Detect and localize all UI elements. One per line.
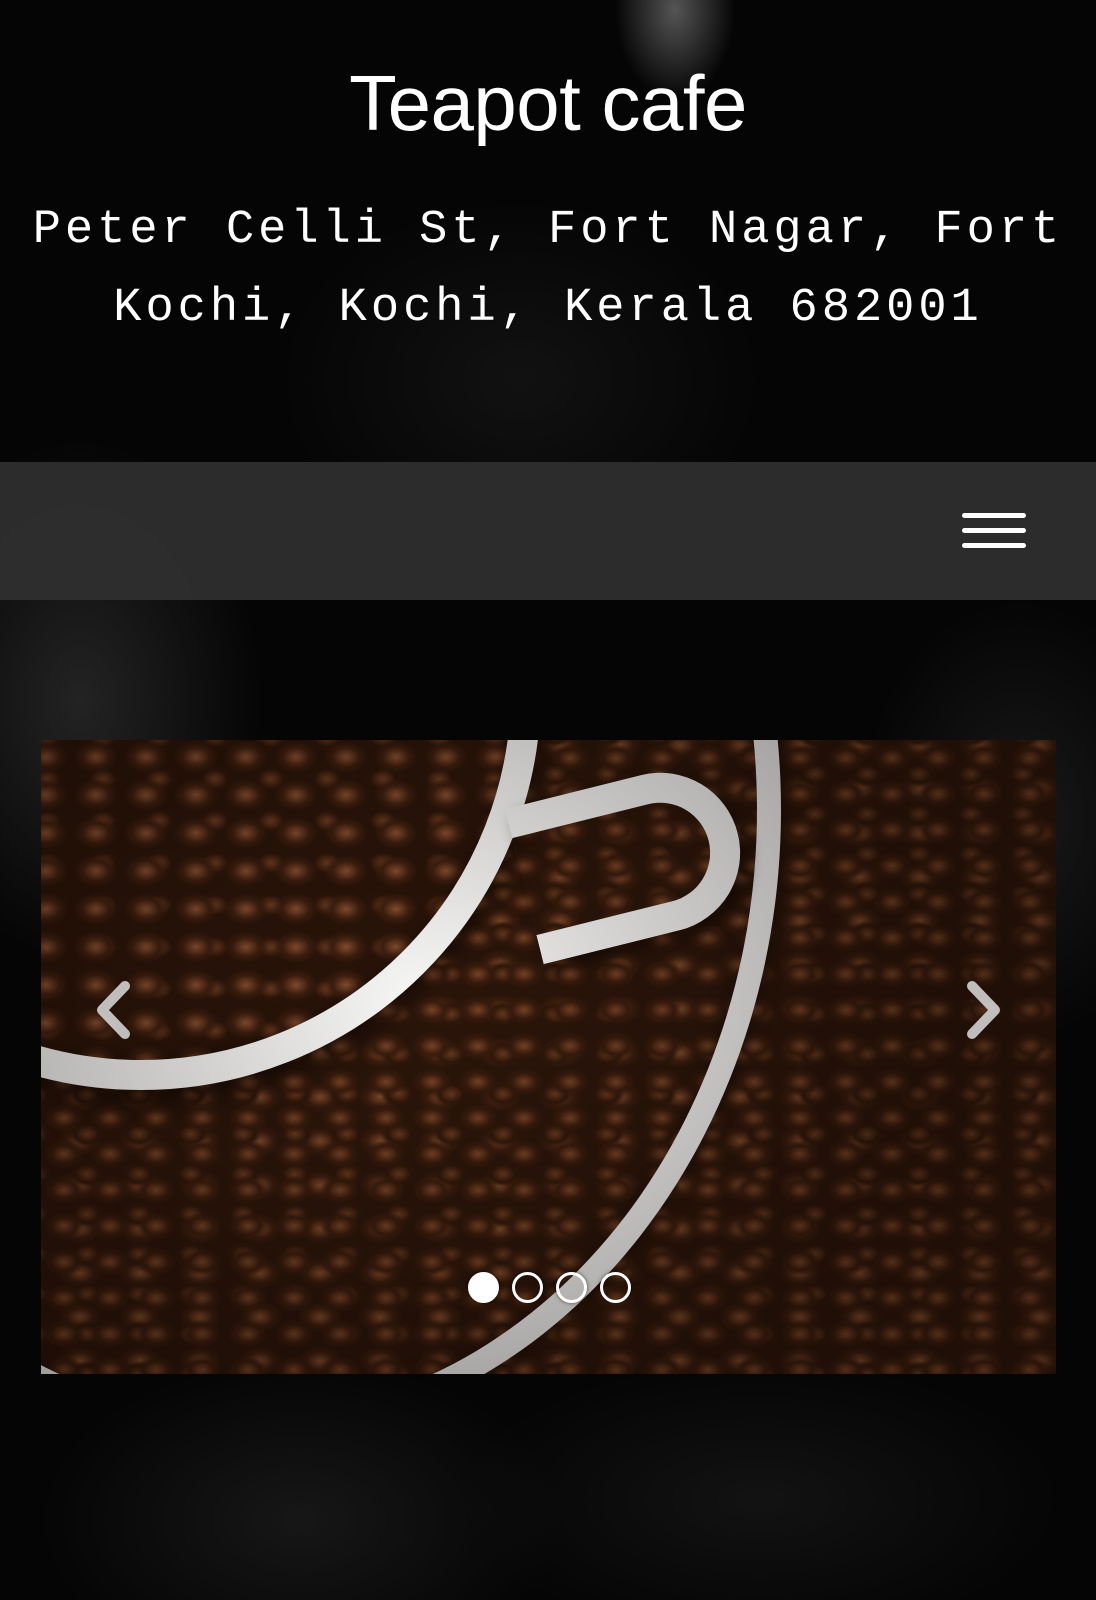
carousel-indicator-3[interactable] bbox=[556, 1271, 587, 1303]
site-title: Teapot cafe bbox=[349, 59, 747, 147]
hamburger-menu-icon[interactable] bbox=[962, 509, 1026, 553]
chevron-left-icon bbox=[97, 981, 130, 1039]
navbar bbox=[0, 462, 1096, 600]
page: Teapot cafe Peter Celli St, Fort Nagar, … bbox=[0, 0, 1096, 1600]
menu-bar-middle bbox=[962, 528, 1026, 533]
carousel-prev-button[interactable] bbox=[83, 965, 143, 1055]
site-address: Peter Celli St, Fort Nagar, Fort Kochi, … bbox=[32, 204, 1064, 335]
image-carousel bbox=[41, 740, 1056, 1374]
cup-handle-shape bbox=[504, 755, 758, 965]
menu-bar-top bbox=[962, 513, 1026, 518]
carousel-next-button[interactable] bbox=[954, 965, 1014, 1055]
carousel-indicators bbox=[468, 1271, 644, 1303]
chevron-right-icon bbox=[967, 981, 1000, 1039]
menu-bar-bottom bbox=[962, 543, 1026, 548]
carousel-indicator-1[interactable] bbox=[468, 1271, 499, 1303]
carousel-indicator-2[interactable] bbox=[512, 1271, 543, 1303]
saucer-shape bbox=[41, 740, 781, 1374]
carousel-indicator-4[interactable] bbox=[600, 1271, 631, 1303]
